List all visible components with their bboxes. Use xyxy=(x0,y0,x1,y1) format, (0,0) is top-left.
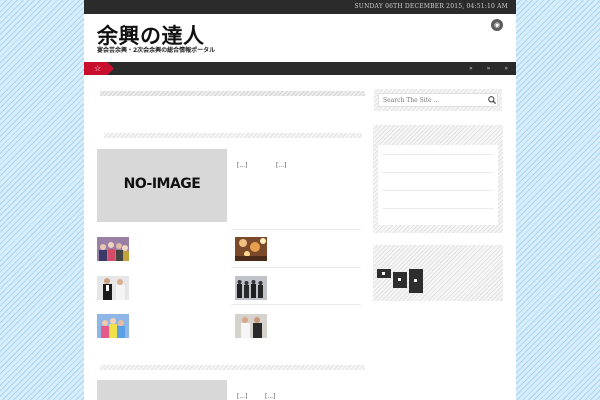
widget-line xyxy=(382,154,494,155)
post-excerpt-2: [...] xyxy=(237,393,248,400)
top-bar: SUNDAY 06TH DECEMBER 2015, 04:51:10 AM xyxy=(84,0,516,14)
nav-item-2[interactable]: » xyxy=(487,62,491,75)
site-subtitle: 宴会芸余興・2次会余興の総合情報ポータル xyxy=(97,47,216,54)
search-widget xyxy=(374,89,502,111)
post-thumbnail[interactable] xyxy=(235,314,267,338)
social-icon[interactable] xyxy=(377,269,391,278)
social-icon[interactable] xyxy=(409,269,423,293)
widget-line xyxy=(382,172,494,173)
category-heading-bar xyxy=(104,133,362,138)
nav-item-3[interactable]: » xyxy=(504,62,508,75)
nav-items: » » » xyxy=(469,62,508,75)
read-more-link[interactable]: [...] xyxy=(276,162,286,169)
section-heading-bar xyxy=(100,91,365,96)
search-icon[interactable] xyxy=(487,93,497,107)
post-thumbnail[interactable] xyxy=(97,237,129,261)
post-thumbnail[interactable] xyxy=(235,276,267,300)
divider xyxy=(231,267,361,268)
page-wrapper: SUNDAY 06TH DECEMBER 2015, 04:51:10 AM 余… xyxy=(84,0,516,400)
current-date: SUNDAY 06TH DECEMBER 2015, 04:51:10 AM xyxy=(354,3,508,10)
section-heading-bar-2 xyxy=(100,365,365,370)
post-thumbnail[interactable] xyxy=(97,276,129,300)
widget-content xyxy=(378,145,498,225)
divider xyxy=(231,229,361,230)
sidebar-widget xyxy=(373,125,503,233)
home-icon[interactable]: ☆ xyxy=(84,62,114,75)
featured-post-image-2[interactable] xyxy=(97,380,227,400)
post-thumbnail[interactable] xyxy=(235,237,267,261)
widget-line xyxy=(382,190,494,191)
post-thumbnail[interactable] xyxy=(97,314,129,338)
widget-line xyxy=(382,208,494,209)
read-more-link-2[interactable]: [...] xyxy=(265,393,275,400)
main-navigation: ☆ » » » xyxy=(84,62,516,75)
social-icon[interactable] xyxy=(393,272,407,288)
divider xyxy=(231,304,361,305)
featured-post-image[interactable]: NO-IMAGE xyxy=(97,149,227,222)
no-image-label: NO-IMAGE xyxy=(123,176,201,192)
post-excerpt: [...] xyxy=(237,162,248,169)
nav-item-1[interactable]: » xyxy=(469,62,473,75)
rss-icon[interactable]: ◉ xyxy=(491,19,503,31)
sidebar-widget-2 xyxy=(373,245,503,301)
search-input[interactable] xyxy=(378,93,498,107)
